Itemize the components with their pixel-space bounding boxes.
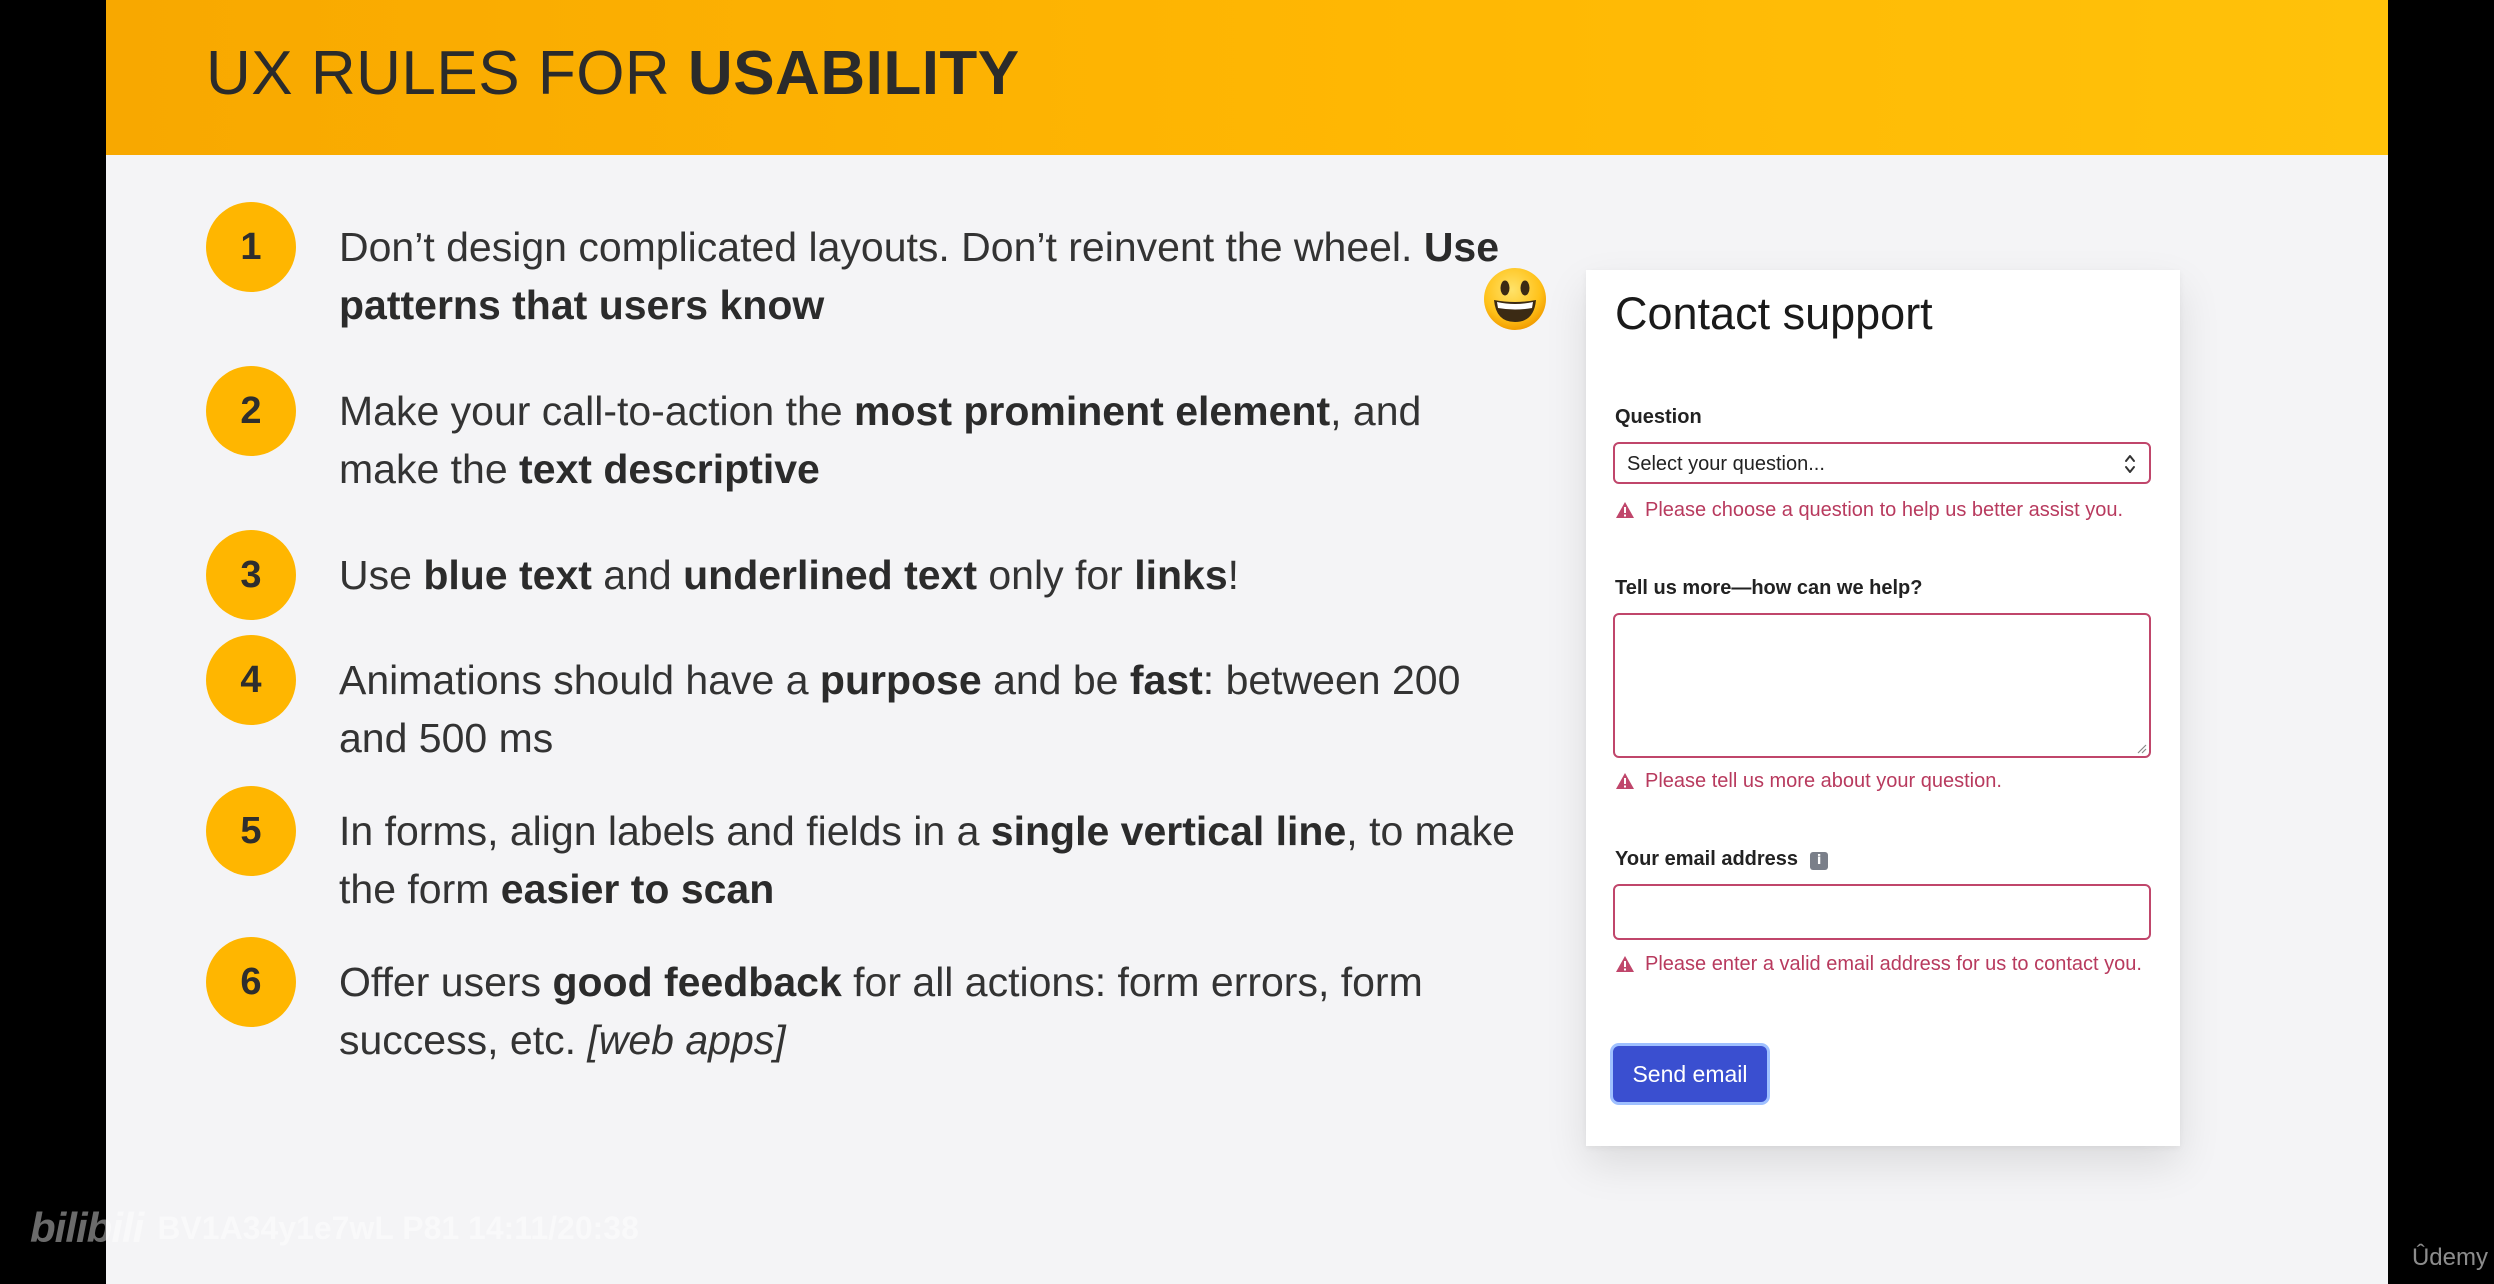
rule-text: Make your call-to-action the most promin… bbox=[339, 382, 1519, 498]
warning-icon bbox=[1616, 502, 1634, 518]
send-email-button[interactable]: Send email bbox=[1613, 1046, 1767, 1102]
rule-3: 3 Use blue text and underlined text only… bbox=[206, 530, 1526, 620]
rule-text-segment: Don’t design complicated layouts. Don’t … bbox=[339, 224, 1424, 270]
question-select[interactable]: Select your question... bbox=[1613, 442, 2151, 484]
rule-text-segment: In forms, align labels and fields in a bbox=[339, 808, 991, 854]
rule-text-segment: Offer users bbox=[339, 959, 553, 1005]
rule-emphasis: links bbox=[1134, 552, 1228, 598]
rule-number-badge: 1 bbox=[206, 202, 296, 292]
message-error: Please tell us more about your question. bbox=[1615, 770, 2002, 793]
rule-emphasis: most prominent element bbox=[854, 388, 1331, 434]
rule-text-segment: and be bbox=[981, 657, 1130, 703]
video-watermark: bilibili BV1A34y1e7wL P81 14:11/20:38 bbox=[30, 1200, 639, 1256]
email-label: Your email address i bbox=[1615, 848, 1829, 871]
rule-emphasis: underlined text bbox=[683, 552, 977, 598]
rule-text-segment: [web apps] bbox=[587, 1017, 786, 1063]
resize-grip-icon[interactable] bbox=[2135, 742, 2147, 754]
bilibili-logo: bilibili bbox=[30, 1204, 144, 1251]
rule-text: Offer users good feedback for all action… bbox=[339, 953, 1519, 1069]
grinning-face-icon bbox=[1484, 268, 1546, 330]
rule-emphasis: purpose bbox=[819, 657, 982, 703]
email-field[interactable] bbox=[1613, 884, 2151, 940]
warning-icon bbox=[1616, 956, 1634, 972]
rule-emphasis: text descriptive bbox=[519, 446, 820, 492]
rule-number-badge: 3 bbox=[206, 530, 296, 620]
question-select-value: Select your question... bbox=[1627, 453, 1825, 475]
rule-5: 5 In forms, align labels and fields in a… bbox=[206, 786, 1526, 912]
rule-text-segment: only for bbox=[976, 552, 1135, 598]
rule-text: Use blue text and underlined text only f… bbox=[339, 546, 1519, 604]
udemy-logo: Ûdemy bbox=[2411, 1244, 2488, 1271]
video-info: BV1A34y1e7wL P81 14:11/20:38 bbox=[157, 1209, 639, 1246]
rule-text: Don’t design complicated layouts. Don’t … bbox=[339, 218, 1519, 334]
message-textarea[interactable] bbox=[1613, 613, 2151, 758]
rule-text-segment: and bbox=[591, 552, 684, 598]
rule-number-badge: 2 bbox=[206, 366, 296, 456]
rule-text: In forms, align labels and fields in a s… bbox=[339, 802, 1519, 918]
rule-emphasis: good feedback bbox=[552, 959, 842, 1005]
contact-support-form: Contact support Question Select your que… bbox=[1586, 270, 2180, 1146]
rule-number-badge: 5 bbox=[206, 786, 296, 876]
form-title: Contact support bbox=[1615, 288, 1933, 339]
question-label: Question bbox=[1615, 406, 1702, 428]
rule-4: 4 Animations should have a purpose and b… bbox=[206, 635, 1526, 761]
rule-emphasis: single vertical line bbox=[990, 808, 1347, 854]
header-banner: UX RULES FOR USABILITY bbox=[106, 0, 2388, 155]
info-icon[interactable]: i bbox=[1810, 852, 1829, 870]
rule-emphasis: fast bbox=[1129, 657, 1203, 703]
chevron-up-down-icon bbox=[2125, 455, 2135, 473]
rule-6: 6 Offer users good feedback for all acti… bbox=[206, 937, 1526, 1063]
warning-icon bbox=[1616, 773, 1634, 789]
rule-emphasis: easier to scan bbox=[500, 866, 775, 912]
rule-2: 2 Make your call-to-action the most prom… bbox=[206, 366, 1526, 492]
question-error: Please choose a question to help us bett… bbox=[1615, 499, 2123, 522]
rule-number-badge: 4 bbox=[206, 635, 296, 725]
rule-emphasis: blue text bbox=[423, 552, 592, 598]
page-title: UX RULES FOR USABILITY bbox=[206, 39, 1020, 108]
message-label: Tell us more—how can we help? bbox=[1615, 577, 1923, 599]
rule-1: 1 Don’t design complicated layouts. Don’… bbox=[206, 202, 1526, 328]
rule-text-segment: ! bbox=[1227, 552, 1240, 598]
rule-text: Animations should have a purpose and be … bbox=[339, 651, 1519, 767]
rule-number-badge: 6 bbox=[206, 937, 296, 1027]
rule-text-segment: Animations should have a bbox=[339, 657, 820, 703]
email-error: Please enter a valid email address for u… bbox=[1615, 953, 2142, 976]
slide: UX RULES FOR USABILITY 1 Don’t design co… bbox=[106, 0, 2388, 1284]
rule-text-segment: Use bbox=[339, 552, 424, 598]
rule-text-segment: Make your call-to-action the bbox=[339, 388, 855, 434]
